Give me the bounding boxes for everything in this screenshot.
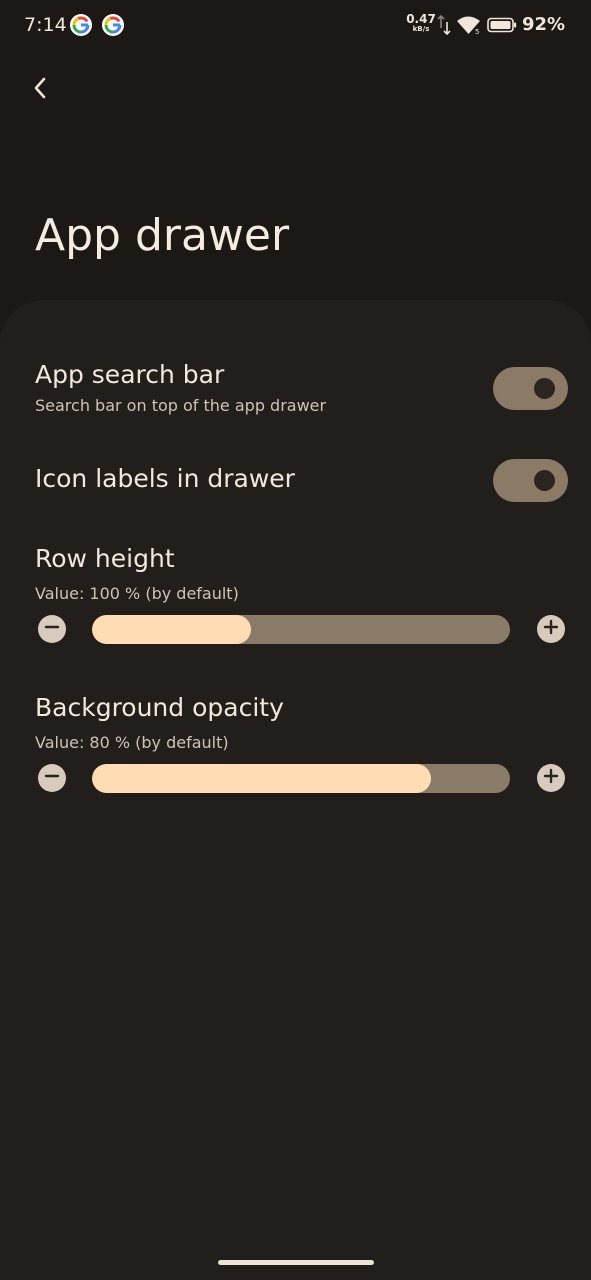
network-speed-value: 0.47: [406, 12, 436, 26]
google-icon: [102, 14, 124, 36]
background-opacity-increase-button[interactable]: [537, 764, 565, 792]
row-height-slider-fill: [92, 615, 251, 644]
toggle-knob: [534, 378, 555, 399]
background-opacity-slider[interactable]: [92, 764, 510, 793]
battery-icon: [487, 17, 517, 37]
row-height-value: Value: 100 % (by default): [35, 584, 239, 603]
minus-icon: [44, 619, 60, 639]
home-indicator[interactable]: [218, 1260, 374, 1265]
row-height-slider[interactable]: [92, 615, 510, 644]
app-search-bar-subtitle: Search bar on top of the app drawer: [35, 396, 327, 415]
network-speed: 0.47 kB/s: [406, 13, 436, 33]
icon-labels-toggle[interactable]: [493, 459, 568, 502]
settings-card: App search bar Search bar on top of the …: [0, 300, 591, 1280]
screen: 7:14 0.47 kB/s 5 92% App drawer App sear…: [0, 0, 591, 1280]
row-height-title: Row height: [35, 544, 175, 573]
data-transfer-icon: [437, 14, 451, 40]
icon-labels-title: Icon labels in drawer: [35, 464, 295, 493]
app-search-bar-title: App search bar: [35, 360, 225, 389]
app-search-bar-toggle[interactable]: [493, 367, 568, 410]
toggle-knob: [534, 470, 555, 491]
plus-icon: [543, 768, 559, 788]
plus-icon: [543, 619, 559, 639]
background-opacity-title: Background opacity: [35, 693, 284, 722]
status-bar: 7:14 0.47 kB/s 5 92%: [0, 0, 591, 52]
row-height-decrease-button[interactable]: [38, 615, 66, 643]
wifi-icon: 5: [456, 15, 482, 39]
chevron-left-icon: [33, 77, 47, 103]
battery-percentage: 92%: [522, 14, 566, 35]
background-opacity-value: Value: 80 % (by default): [35, 733, 229, 752]
back-button[interactable]: [22, 72, 58, 108]
network-speed-unit: kB/s: [412, 25, 430, 33]
status-time: 7:14: [24, 14, 67, 36]
background-opacity-slider-fill: [92, 764, 431, 793]
background-opacity-decrease-button[interactable]: [38, 764, 66, 792]
row-height-increase-button[interactable]: [537, 615, 565, 643]
minus-icon: [44, 768, 60, 788]
google-icon: [70, 14, 92, 36]
svg-text:5: 5: [475, 28, 479, 35]
page-title: App drawer: [35, 210, 290, 261]
